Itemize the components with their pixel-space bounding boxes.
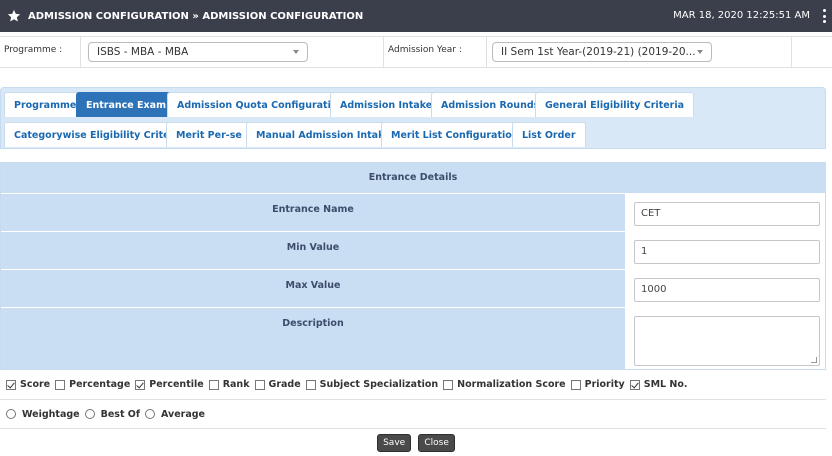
priority-label: Priority: [584, 379, 625, 390]
programme-select[interactable]: ISBS - MBA - MBA: [88, 42, 308, 62]
chevron-down-icon: [293, 50, 299, 54]
close-button[interactable]: Close: [418, 434, 455, 452]
sml-no-checkbox[interactable]: [629, 379, 640, 390]
kebab-menu-icon[interactable]: [822, 9, 826, 23]
average-radio[interactable]: [145, 409, 156, 419]
normalization-score-label: Normalization Score: [457, 379, 566, 390]
entrance-details-heading: Entrance Details: [1, 163, 825, 193]
chevron-down-icon: [697, 50, 703, 54]
min-value-label: Min Value: [1, 232, 625, 269]
entrance-name-label: Entrance Name: [1, 194, 625, 231]
filter-bar: Programme : ISBS - MBA - MBA Admission Y…: [0, 36, 832, 68]
percentile-checkbox[interactable]: [135, 379, 146, 390]
tab-list-order[interactable]: List Order: [512, 122, 586, 147]
date-time: MAR 18, 2020 12:25:51 AM: [673, 10, 810, 21]
entrance-details-panel: Entrance Details Entrance Name CET Min V…: [0, 162, 826, 370]
weightage-label: Weightage: [22, 408, 80, 420]
percentage-checkbox[interactable]: [55, 379, 66, 390]
sml-no-label: SML No.: [643, 379, 688, 390]
top-bar: ADMISSION CONFIGURATION » ADMISSION CONF…: [0, 0, 832, 32]
rank-label: Rank: [222, 379, 250, 390]
weightage-radio[interactable]: [6, 409, 16, 419]
best-of-label: Best Of: [100, 408, 141, 420]
tab-programme[interactable]: Programme: [4, 92, 87, 117]
min-value-input[interactable]: 1: [634, 240, 820, 264]
page-title: ADMISSION CONFIGURATION » ADMISSION CONF…: [28, 10, 364, 22]
resize-grip-icon[interactable]: [811, 357, 817, 363]
grade-label: Grade: [268, 379, 301, 390]
percentile-label: Percentile: [149, 379, 204, 390]
description-label: Description: [1, 308, 625, 369]
description-textarea[interactable]: [634, 316, 820, 366]
normalization-score-checkbox[interactable]: [443, 379, 454, 390]
programme-label: Programme :: [4, 45, 63, 55]
max-value-input[interactable]: 1000: [634, 278, 820, 302]
score-type-options: Score Percentage Percentile Rank Grade S…: [0, 370, 826, 400]
entrance-name-row: Entrance Name CET: [1, 193, 825, 231]
score-label: Score: [20, 379, 51, 390]
save-button[interactable]: Save: [377, 434, 412, 452]
tab-merit-list-configuration[interactable]: Merit List Configuration: [381, 122, 529, 147]
percentage-label: Percentage: [69, 379, 131, 390]
tabs-panel: Programme Entrance Exam Admission Quota …: [0, 87, 826, 149]
admission-year-label: Admission Year :: [388, 45, 462, 55]
tab-admission-rounds[interactable]: Admission Rounds: [431, 92, 550, 117]
tab-manual-admission-intake[interactable]: Manual Admission Intake: [246, 122, 401, 147]
admission-year-select[interactable]: II Sem 1st Year-(2019-21) (2019-20...: [492, 42, 712, 62]
average-label: Average: [161, 408, 206, 420]
max-value-label: Max Value: [1, 270, 625, 307]
grade-checkbox[interactable]: [254, 379, 265, 390]
tab-merit-per-se[interactable]: Merit Per-se: [166, 122, 252, 147]
form-actions: Save Close: [0, 434, 832, 454]
tab-admission-quota-configuration[interactable]: Admission Quota Configuration: [167, 92, 355, 117]
score-checkbox[interactable]: [6, 379, 16, 390]
tab-general-eligibility-criteria[interactable]: General Eligibility Criteria: [535, 92, 695, 117]
tab-entrance-exam[interactable]: Entrance Exam: [76, 92, 176, 117]
entrance-name-input[interactable]: CET: [634, 202, 820, 226]
priority-checkbox[interactable]: [570, 379, 581, 390]
max-value-row: Max Value 1000: [1, 269, 825, 307]
aggregation-options: Weightage Best Of Average: [0, 400, 826, 429]
tab-admission-intake[interactable]: Admission Intake: [330, 92, 443, 117]
subject-specialization-checkbox[interactable]: [305, 379, 316, 390]
best-of-radio[interactable]: [84, 409, 95, 419]
min-value-row: Min Value 1: [1, 231, 825, 269]
star-icon[interactable]: [7, 9, 21, 23]
rank-checkbox[interactable]: [208, 379, 219, 390]
subject-specialization-label: Subject Specialization: [319, 379, 439, 390]
description-row: Description: [1, 307, 825, 369]
